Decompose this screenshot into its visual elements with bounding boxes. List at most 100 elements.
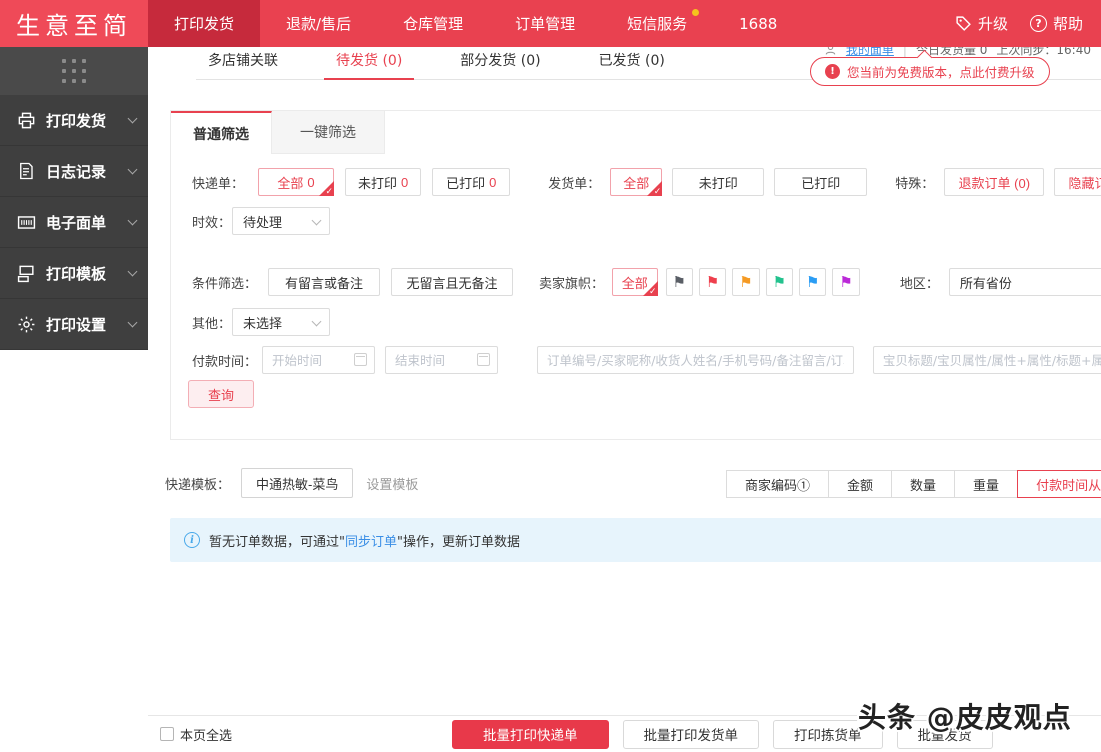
filter-panel: 普通筛选 一键筛选 快递单： 全部0 未打印0 已打印0 发货单： 全部 未打印…: [170, 110, 1101, 440]
quantity-sort-button[interactable]: 数量: [891, 470, 956, 498]
chevron-down-icon: [311, 316, 322, 327]
express-all-count: 0: [307, 174, 315, 190]
template-select-button[interactable]: 中通热敏-菜鸟: [241, 468, 354, 498]
select-all-checkbox[interactable]: [160, 727, 174, 741]
nav-sms[interactable]: 短信服务: [601, 0, 713, 47]
express-unprinted-count: 0: [401, 174, 409, 190]
flag-orange-icon: ⚑: [739, 273, 753, 291]
sidebar-item-print-template[interactable]: 打印模板: [0, 248, 148, 299]
ship-all-button[interactable]: 全部: [610, 168, 663, 197]
flag-blue-icon: ⚑: [806, 273, 820, 291]
nav-warehouse[interactable]: 仓库管理: [377, 0, 489, 47]
order-search-input[interactable]: [537, 346, 854, 374]
region-select[interactable]: 所有省份: [948, 268, 1101, 296]
express-unprinted-button[interactable]: 未打印 0: [345, 168, 422, 196]
select-all-label: 本页全选: [180, 728, 233, 744]
chevron-down-icon: [127, 164, 138, 174]
hidden-orders-button[interactable]: 隐藏订单 (0): [1054, 168, 1101, 196]
nav-sms-label: 短信服务: [627, 15, 688, 33]
tab-normal-filter[interactable]: 普通筛选: [171, 111, 272, 154]
condition-label: 条件筛选：: [192, 276, 258, 292]
filter-tabs: 普通筛选 一键筛选: [171, 111, 1101, 154]
flag-gray-button[interactable]: ⚑: [665, 268, 693, 296]
tab-partial-ship[interactable]: 部分发货 (0): [448, 44, 552, 79]
express-printed-button[interactable]: 已打印 0: [432, 168, 511, 196]
chevron-down-icon: [127, 317, 138, 327]
flags-all-button[interactable]: 全部: [612, 268, 658, 297]
log-document-icon: [16, 161, 36, 181]
ship-label: 发货单：: [548, 176, 601, 192]
select-all-control: 本页全选: [160, 725, 232, 744]
question-icon: ?: [1029, 15, 1047, 32]
flag-orange-button[interactable]: ⚑: [732, 268, 760, 296]
paytime-sort-button[interactable]: 付款时间从近到远: [1017, 470, 1101, 498]
end-date-field[interactable]: [385, 346, 498, 374]
batch-ship-button[interactable]: 批量发货: [896, 719, 993, 749]
sidebar-item-print-settings[interactable]: 打印设置: [0, 299, 148, 350]
flag-green-button[interactable]: ⚑: [765, 268, 794, 296]
item-search-input[interactable]: [872, 346, 1101, 374]
print-picking-list-button[interactable]: 打印拣货单: [773, 719, 883, 749]
top-nav: 打印发货 退款/售后 仓库管理 订单管理 短信服务 1688: [148, 0, 803, 47]
flag-green-icon: ⚑: [772, 273, 787, 291]
notice-text-after: "操作，更新订单数据: [397, 534, 520, 550]
batch-print-express-button[interactable]: 批量打印快递单: [452, 719, 609, 749]
chevron-down-icon: [127, 215, 138, 225]
timeliness-select[interactable]: 待处理: [232, 207, 330, 235]
express-all-button[interactable]: 全部 0: [258, 168, 334, 197]
other-select[interactable]: 未选择: [232, 308, 330, 336]
paytime-label: 付款时间：: [192, 354, 258, 370]
tab-pending-ship[interactable]: 待发货 (0): [324, 44, 415, 80]
tab-shipped[interactable]: 已发货 (0): [587, 44, 677, 79]
nav-print-ship[interactable]: 打印发货: [148, 0, 261, 47]
ship-printed-button[interactable]: 已打印: [774, 168, 868, 196]
tooltip-text: 您当前为免费版本，点此付费升级: [847, 65, 1035, 80]
barcode-icon: [16, 212, 36, 232]
help-label: 帮助: [1052, 15, 1083, 33]
tab-multi-shop[interactable]: 多店铺关联: [196, 44, 290, 79]
set-template-link[interactable]: 设置模板: [366, 474, 418, 493]
notice-text-before: 暂无订单数据，可通过": [209, 534, 345, 550]
sidebar-item-e-waybill[interactable]: 电子面单: [0, 197, 148, 248]
info-icon: i: [184, 532, 200, 548]
help-button[interactable]: ? 帮助: [1029, 13, 1083, 34]
start-date-field[interactable]: [262, 346, 375, 374]
grid-dots-icon: [62, 59, 86, 83]
sidebar-item-print-ship[interactable]: 打印发货: [0, 95, 148, 146]
express-printed-count: 0: [489, 174, 497, 190]
express-template-row: 快递模板： 中通热敏-菜鸟 设置模板: [165, 468, 418, 498]
weight-sort-button[interactable]: 重量: [954, 470, 1019, 498]
with-note-button[interactable]: 有留言或备注: [268, 268, 380, 296]
nav-refund[interactable]: 退款/售后: [260, 0, 377, 47]
nav-1688[interactable]: 1688: [713, 0, 803, 47]
calendar-icon: [354, 353, 367, 366]
sidebar-shop-selector[interactable]: [0, 47, 148, 95]
sync-orders-link[interactable]: 同步订单: [345, 535, 397, 550]
upgrade-button[interactable]: 升级: [955, 13, 1008, 34]
flag-red-button[interactable]: ⚑: [698, 268, 727, 296]
flag-blue-button[interactable]: ⚑: [799, 268, 827, 296]
sidebar: 打印发货 日志记录 电子面单 打印模板 打印设置: [0, 47, 148, 350]
batch-print-ship-button[interactable]: 批量打印发货单: [622, 719, 759, 749]
express-printed-text: 已打印: [446, 175, 486, 191]
tab-quick-filter[interactable]: 一键筛选: [272, 111, 385, 154]
without-note-button[interactable]: 无留言且无备注: [391, 268, 513, 296]
sidebar-item-logs[interactable]: 日志记录: [0, 146, 148, 197]
nav-orders[interactable]: 订单管理: [489, 0, 601, 47]
app-window: 我的面单 | 今日发货量 0 上次同步：16:40 多店铺关联 待发货 (0) …: [0, 0, 1101, 752]
ship-unprinted-button[interactable]: 未打印: [672, 168, 765, 196]
flag-purple-button[interactable]: ⚑: [832, 268, 860, 296]
express-all-text: 全部: [277, 175, 304, 191]
timeliness-label: 时效：: [192, 215, 232, 231]
template-icon: [16, 263, 36, 283]
amount-sort-button[interactable]: 金额: [828, 470, 893, 498]
bottom-action-bar: 本页全选 批量打印快递单 批量打印发货单 打印拣货单 批量发货: [148, 715, 1101, 752]
merchant-code-sort-button[interactable]: 商家编码①: [726, 470, 830, 498]
region-value: 所有省份: [959, 276, 1012, 292]
timeliness-value: 待处理: [243, 215, 283, 231]
refund-orders-button[interactable]: 退款订单 (0): [944, 168, 1045, 196]
upgrade-tooltip[interactable]: ! 您当前为免费版本，点此付费升级: [810, 57, 1050, 86]
calendar-icon: [477, 353, 490, 366]
upgrade-label: 升级: [977, 15, 1008, 33]
query-button[interactable]: 查询: [188, 380, 254, 408]
